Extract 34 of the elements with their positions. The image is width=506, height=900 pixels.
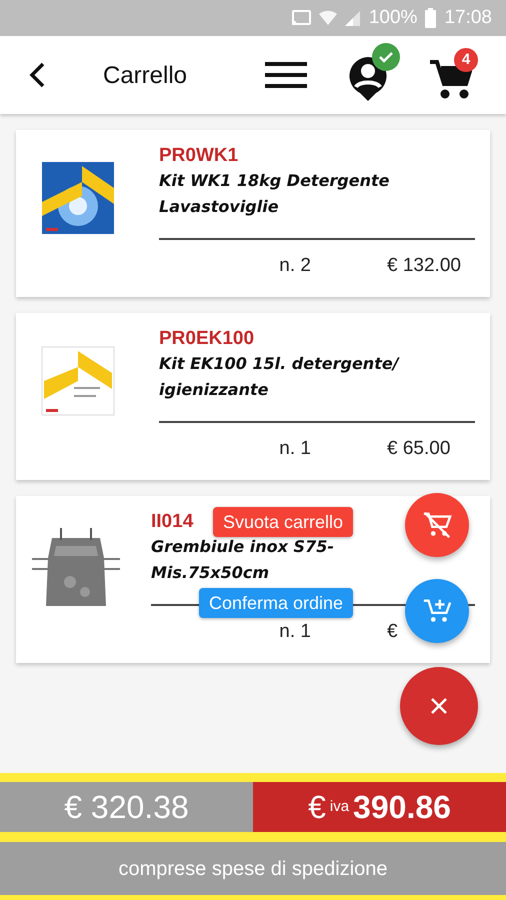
quantity: n. 2 bbox=[279, 254, 311, 278]
fab-label[interactable]: Conferma ordine bbox=[199, 588, 354, 618]
check-badge-icon bbox=[372, 43, 400, 71]
price: € 65.00 bbox=[387, 438, 450, 459]
close-icon bbox=[430, 697, 448, 715]
vat-label: iva bbox=[330, 796, 350, 817]
currency-symbol: € bbox=[308, 788, 326, 827]
status-time: 17:08 bbox=[444, 6, 492, 30]
product-name: Kit EK100 15l. detergente/ igienizzante bbox=[159, 353, 400, 401]
close-menu-button[interactable] bbox=[400, 667, 478, 745]
shipping-note: comprese spese di spedizione bbox=[0, 842, 506, 895]
signal-icon bbox=[344, 10, 361, 26]
net-total: € 320.38 bbox=[0, 782, 253, 832]
quantity: n. 1 bbox=[279, 436, 311, 461]
product-name: Kit WK1 18kg Detergente Lavastoviglie bbox=[159, 170, 390, 218]
page-title: Carrello bbox=[103, 61, 188, 91]
price: € bbox=[387, 620, 398, 642]
product-code: PR0WK1 bbox=[159, 144, 238, 168]
battery-icon bbox=[425, 8, 436, 28]
product-name: Grembiule inox S75-Mis.75x50cm bbox=[151, 536, 335, 584]
product-code: II014 bbox=[151, 510, 194, 534]
cart-count-badge: 4 bbox=[454, 48, 478, 72]
cast-icon bbox=[290, 10, 311, 26]
price: € 132.00 bbox=[387, 254, 461, 276]
wifi-icon bbox=[318, 10, 337, 26]
gross-total: 390.86 bbox=[353, 788, 451, 827]
menu-icon[interactable] bbox=[265, 61, 307, 89]
quantity: n. 1 bbox=[279, 620, 311, 644]
cart-off-icon bbox=[422, 511, 452, 539]
product-code: PR0EK100 bbox=[159, 327, 254, 351]
cart-plus-icon bbox=[422, 597, 452, 625]
battery-level: 100% bbox=[368, 6, 418, 30]
fab-label[interactable]: Svuota carrello bbox=[213, 507, 354, 537]
back-icon[interactable] bbox=[28, 61, 46, 89]
